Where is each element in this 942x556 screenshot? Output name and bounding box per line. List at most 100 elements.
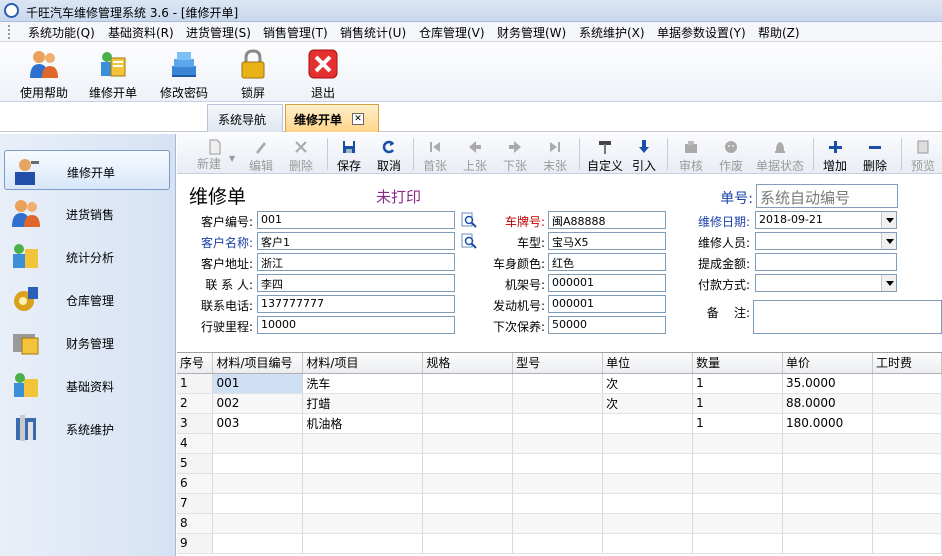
table-row[interactable]: 5 [177,453,942,474]
table-cell[interactable] [302,533,424,554]
table-cell[interactable]: 1 [692,413,784,434]
customer-name-search-icon[interactable] [461,233,477,249]
table-cell[interactable]: 88.0000 [782,393,873,414]
table-cell[interactable] [872,453,942,474]
sidebar-item-maintenance[interactable]: 系统维护 [4,408,170,448]
table-cell[interactable] [782,433,873,454]
new-dropdown-icon[interactable]: ▼ [229,154,235,163]
table-cell[interactable]: 001 [212,373,304,394]
sidebar-item-analysis[interactable]: 统计分析 [4,236,170,276]
table-cell[interactable]: 洗车 [302,373,424,394]
table-cell[interactable] [212,433,304,454]
exit-button[interactable]: 退出 [293,46,353,100]
table-cell[interactable] [302,453,424,474]
preview-button[interactable]: 预览 [905,136,941,173]
table-cell[interactable] [782,533,873,554]
menu-purchase[interactable]: 进货管理(S) [186,24,251,41]
table-cell[interactable] [512,413,604,434]
table-cell[interactable] [782,493,873,514]
menu-sales[interactable]: 销售管理(T) [263,24,328,41]
table-cell[interactable] [302,513,424,534]
table-cell[interactable] [212,473,304,494]
table-cell[interactable] [692,433,784,454]
table-row[interactable]: 1 001 洗车次 1 35.0000 [177,373,942,394]
sidebar-item-warehouse[interactable]: 仓库管理 [4,279,170,319]
table-cell[interactable] [512,453,604,474]
table-cell[interactable] [422,433,514,454]
table-cell[interactable]: 1 [692,373,784,394]
table-row[interactable]: 6 [177,473,942,494]
sidebar-item-basic-data[interactable]: 基础资料 [4,365,170,405]
staff-select[interactable] [755,232,897,250]
menu-sales-stats[interactable]: 销售统计(U) [340,24,406,41]
table-cell[interactable] [212,453,304,474]
table-cell[interactable] [512,393,604,414]
new-button[interactable]: 新建 ▼ [195,136,235,172]
void-button[interactable]: 作废 [713,136,749,173]
table-cell[interactable] [302,493,424,514]
table-cell[interactable] [782,513,873,534]
customer-search-icon[interactable] [461,212,477,228]
color-field[interactable]: 红色 [548,253,666,271]
table-cell[interactable]: 35.0000 [782,373,873,394]
table-row[interactable]: 8 [177,513,942,534]
table-cell[interactable] [512,373,604,394]
save-button[interactable]: 保存 [331,136,367,173]
address-field[interactable]: 浙江 [257,253,455,271]
table-cell[interactable]: 1 [692,393,784,414]
next-service-field[interactable]: 50000 [548,316,666,334]
table-cell[interactable] [602,493,694,514]
table-cell[interactable] [602,453,694,474]
tab-system-nav[interactable]: 系统导航 [207,104,283,132]
table-row[interactable]: 9 [177,533,942,554]
table-cell[interactable] [872,373,942,394]
table-cell[interactable] [212,493,304,514]
lock-screen-button[interactable]: 锁屏 [223,46,283,100]
sidebar-item-repair-order[interactable]: 维修开单 [4,150,170,190]
customize-button[interactable]: 自定义 [583,136,627,173]
import-button[interactable]: 引入 [629,136,659,173]
engine-field[interactable]: 000001 [548,295,666,313]
table-cell[interactable]: 次 [602,393,694,414]
change-password-button[interactable]: 修改密码 [154,46,214,100]
table-cell[interactable] [782,453,873,474]
first-button[interactable]: 首张 [417,136,453,173]
table-cell[interactable] [302,433,424,454]
tab-repair-order[interactable]: 维修开单 ✕ [285,104,379,132]
table-cell[interactable] [512,473,604,494]
menu-help[interactable]: 帮助(Z) [758,24,800,41]
repair-order-button[interactable]: 维修开单 [83,46,143,100]
chevron-down-icon[interactable] [881,212,896,228]
payment-select[interactable] [755,274,897,292]
table-cell[interactable] [692,453,784,474]
menu-basic-data[interactable]: 基础资料(R) [108,24,174,41]
column-header[interactable]: 型号 [512,353,604,374]
date-picker[interactable]: 2018-09-21 [755,211,897,229]
table-cell[interactable] [872,413,942,434]
table-cell[interactable] [422,513,514,534]
table-cell[interactable] [512,533,604,554]
table-cell[interactable] [692,473,784,494]
contact-field[interactable]: 李四 [257,274,455,292]
table-cell[interactable]: 次 [602,373,694,394]
mileage-field[interactable]: 10000 [257,316,455,334]
last-button[interactable]: 末张 [537,136,573,173]
table-cell[interactable] [422,373,514,394]
doc-no-field[interactable]: 系统自动编号 [756,184,898,208]
menu-maintenance[interactable]: 系统维护(X) [579,24,645,41]
column-header[interactable]: 数量 [692,353,784,374]
table-cell[interactable] [872,513,942,534]
table-row[interactable]: 7 [177,493,942,514]
plate-field[interactable]: 闽A88888 [548,211,666,229]
column-header[interactable]: 序号 [177,353,214,374]
table-cell[interactable] [602,433,694,454]
table-cell[interactable] [872,393,942,414]
column-header[interactable]: 材料/项目编号 [212,353,304,374]
table-cell[interactable] [512,433,604,454]
table-cell[interactable] [512,513,604,534]
sidebar-item-purchase-sales[interactable]: 进货销售 [4,193,170,233]
customer-no-field[interactable]: 001 [257,211,455,229]
table-cell[interactable] [602,473,694,494]
column-header[interactable]: 单价 [782,353,873,374]
table-cell[interactable]: 180.0000 [782,413,873,434]
